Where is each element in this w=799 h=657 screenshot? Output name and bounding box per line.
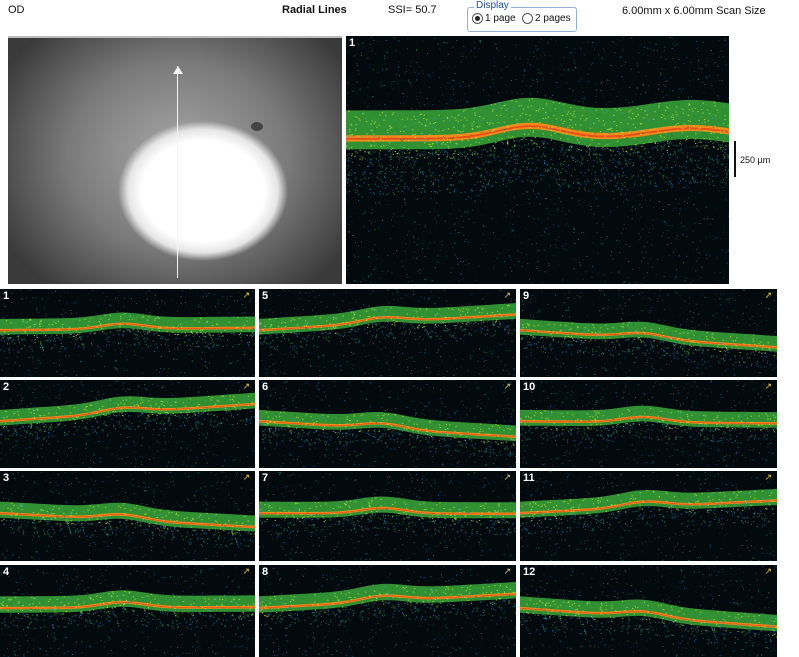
oct-texture (520, 289, 777, 377)
orientation-arrow-icon: ↗ (764, 381, 772, 391)
orientation-arrow-icon: ↗ (242, 290, 250, 300)
orientation-arrow-icon: ↗ (764, 290, 772, 300)
fundus-dark-spot (251, 122, 263, 131)
display-option-2-pages[interactable]: 2 pages (522, 13, 571, 24)
bscan-thumbnail-number: 4 (3, 566, 10, 578)
fundus-top-border (8, 36, 342, 38)
oct-texture (259, 471, 516, 561)
orientation-arrow-icon: ↗ (503, 290, 511, 300)
bscan-thumbnail[interactable]: 2 ↗ (0, 380, 255, 468)
orientation-arrow-icon: ↗ (503, 381, 511, 391)
bscan-thumbnail[interactable]: 12 ↗ (520, 565, 777, 657)
orientation-arrow-icon: ↗ (503, 472, 511, 482)
bscan-thumbnail-number: 5 (262, 290, 269, 302)
bscan-thumbnail-number: 11 (523, 472, 535, 484)
radio-unselected-icon[interactable] (522, 13, 533, 24)
bscan-thumbnail[interactable]: 8 ↗ (259, 565, 516, 657)
scale-bar (734, 141, 736, 177)
bscan-thumbnail-number: 1 (3, 290, 10, 302)
bscan-thumbnail[interactable]: 5 ↗ (259, 289, 516, 377)
oct-texture (346, 36, 729, 284)
scan-position-line[interactable] (177, 66, 178, 278)
bscan-thumbnail[interactable]: 10 ↗ (520, 380, 777, 468)
oct-texture (520, 565, 777, 657)
bscan-thumbnail[interactable]: 9 ↗ (520, 289, 777, 377)
orientation-arrow-icon: ↗ (242, 566, 250, 576)
bscan-thumbnail-number: 12 (523, 566, 536, 578)
oct-texture (259, 380, 516, 468)
bscan-thumbnail[interactable]: 11 ↗ (520, 471, 777, 561)
scan-size-label: 6.00mm x 6.00mm Scan Size (622, 5, 766, 17)
scan-type-label: Radial Lines (282, 4, 347, 16)
fundus-image (8, 36, 342, 284)
ssi-value: SSI= 50.7 (388, 4, 437, 16)
bscan-thumbnail[interactable]: 4 ↗ (0, 565, 255, 657)
orientation-arrow-icon: ↗ (242, 472, 250, 482)
oct-texture (0, 289, 255, 377)
bscan-thumbnail-number: 9 (523, 290, 530, 302)
eye-label: OD (8, 4, 25, 16)
oct-texture (520, 471, 777, 561)
display-option-1-page[interactable]: 1 page (472, 13, 516, 24)
display-option-2-label: 2 pages (535, 13, 571, 24)
orientation-arrow-icon: ↗ (242, 381, 250, 391)
bscan-thumbnail[interactable]: 7 ↗ (259, 471, 516, 561)
scale-bar-label: 250 µm (740, 155, 771, 165)
oct-texture (520, 380, 777, 468)
orientation-arrow-icon: ↗ (764, 566, 772, 576)
main-bscan-number: 1 (349, 37, 356, 49)
report-header: OD Radial Lines SSI= 50.7 Display 1 page… (0, 0, 799, 36)
bscan-thumbnail-number: 3 (3, 472, 10, 484)
oct-texture (259, 565, 516, 657)
bscan-thumbnail[interactable]: 3 ↗ (0, 471, 255, 561)
display-legend: Display (474, 0, 511, 11)
orientation-arrow-icon: ↗ (503, 566, 511, 576)
oct-texture (259, 289, 516, 377)
scan-direction-arrow-icon (173, 66, 183, 74)
oct-texture (0, 565, 255, 657)
oct-texture (0, 380, 255, 468)
bscan-thumbnail[interactable]: 1 ↗ (0, 289, 255, 377)
oct-texture (0, 471, 255, 561)
radio-selected-icon[interactable] (472, 13, 483, 24)
main-bscan[interactable]: 1 (346, 36, 729, 284)
bscan-thumbnail-number: 8 (262, 566, 269, 578)
display-group: Display 1 page 2 pages (467, 0, 577, 32)
bscan-thumbnail-number: 10 (523, 381, 536, 393)
orientation-arrow-icon: ↗ (764, 472, 772, 482)
bscan-thumbnail-number: 2 (3, 381, 10, 393)
bscan-thumbnail[interactable]: 6 ↗ (259, 380, 516, 468)
display-option-1-label: 1 page (485, 13, 516, 24)
bscan-thumbnail-number: 7 (262, 472, 269, 484)
bscan-thumbnail-number: 6 (262, 381, 269, 393)
